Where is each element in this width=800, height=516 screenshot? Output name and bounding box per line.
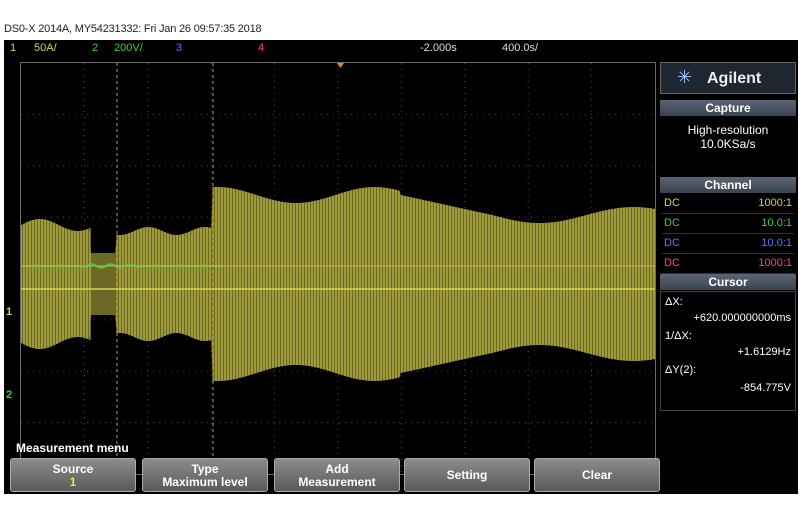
brand-logo: ✳ Agilent [660, 62, 796, 94]
channel-coupling: DC [664, 217, 680, 229]
channel-probe: 1000:1 [758, 257, 792, 269]
add-measurement-softkey[interactable]: Add Measurement [274, 458, 400, 492]
clear-softkey[interactable]: Clear [534, 458, 660, 492]
trigger-position-icon[interactable] [337, 63, 344, 68]
cursor-inv-label: 1/ΔX: [665, 330, 692, 342]
softkey-value: Measurement [298, 475, 376, 489]
channel-probe: 1000:1 [758, 197, 792, 209]
oscilloscope-screen: 1 50A/ 2 200V/ 3 4 -2.000s 400.0s/ 1 2 ✳… [4, 40, 798, 494]
ch1-number[interactable]: 1 [10, 42, 16, 54]
cursor-body: ΔX: +620.000000000ms 1/ΔX: +1.6129Hz ΔY(… [660, 291, 796, 411]
spark-icon: ✳ [677, 67, 693, 87]
cursor-dy-value: -854.775V [740, 382, 791, 394]
channel-row-4[interactable]: DC 1000:1 [662, 254, 794, 274]
ch1-scale[interactable]: 50A/ [34, 42, 57, 54]
ch3-number[interactable]: 3 [176, 42, 182, 54]
waveform-grid[interactable] [20, 62, 656, 475]
source-softkey[interactable]: Source 1 [10, 458, 136, 492]
channel-row-2[interactable]: DC 10.0:1 [662, 214, 794, 234]
cursor-dx-label: ΔX: [665, 296, 683, 308]
channel-row-3[interactable]: DC 10.0:1 [662, 234, 794, 254]
softkey-label: Setting [446, 468, 488, 482]
ch1-ground-marker[interactable]: 1 [6, 306, 12, 318]
capture-mode: High-resolution [687, 123, 769, 137]
cursor-inv-value: +1.6129Hz [737, 346, 791, 358]
brand-name: Agilent [707, 70, 762, 87]
ch4-number[interactable]: 4 [258, 42, 264, 54]
capture-rate: 10.0KSa/s [700, 137, 756, 151]
cursor-dy-label: ΔY(2): [665, 364, 697, 376]
channel-row-1[interactable]: DC 1000:1 [662, 194, 794, 214]
channel-coupling: DC [664, 257, 680, 269]
time-delay[interactable]: -2.000s [420, 42, 457, 54]
softkey-value: Maximum level [162, 475, 248, 489]
channel-probe: 10.0:1 [761, 237, 792, 249]
channel-coupling: DC [664, 197, 680, 209]
time-scale[interactable]: 400.0s/ [502, 42, 538, 54]
capture-body: High-resolution 10.0KSa/s [660, 117, 796, 177]
channel-probe: 10.0:1 [761, 217, 792, 229]
side-panel: ✳ Agilent Capture High-resolution 10.0KS… [660, 60, 796, 478]
ch2-scale[interactable]: 200V/ [114, 42, 143, 54]
waveform-display [21, 63, 655, 474]
status-bar: 1 50A/ 2 200V/ 3 4 -2.000s 400.0s/ [4, 40, 798, 56]
softkey-value: 1 [69, 475, 77, 489]
channel-coupling: DC [664, 237, 680, 249]
ch2-ground-marker[interactable]: 2 [6, 389, 12, 401]
ch2-number[interactable]: 2 [92, 42, 98, 54]
instrument-header: DS0-X 2014A, MY54231332: Fri Jan 26 09:5… [4, 23, 262, 35]
measurement-menu-title: Measurement menu [16, 441, 129, 455]
setting-softkey[interactable]: Setting [404, 458, 530, 492]
cursor-dx-value: +620.000000000ms [693, 312, 791, 324]
type-softkey[interactable]: Type Maximum level [142, 458, 268, 492]
softkey-label: Clear [581, 468, 613, 482]
capture-title[interactable]: Capture [660, 100, 796, 116]
channel-title[interactable]: Channel [660, 177, 796, 193]
cursor-title[interactable]: Cursor [660, 274, 796, 290]
channel-list: DC 1000:1 DC 10.0:1 DC 10.0:1 DC 1000:1 [660, 194, 796, 274]
